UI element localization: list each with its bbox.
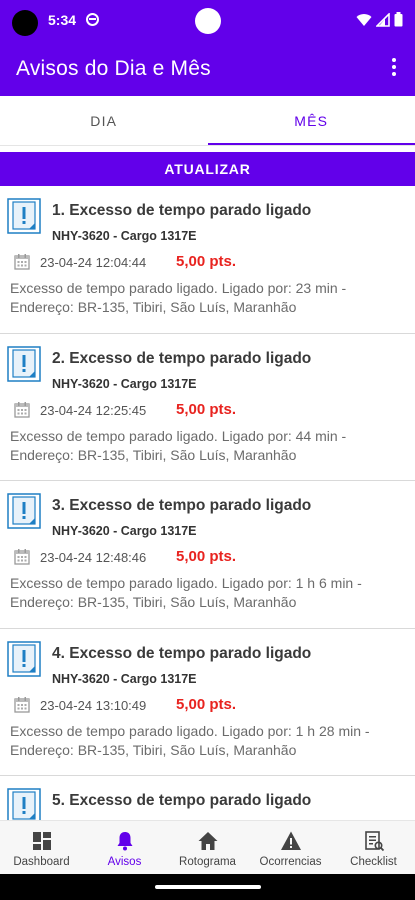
signal-icon bbox=[376, 12, 390, 27]
notice-card[interactable]: 5. Excesso de tempo parado ligado bbox=[0, 776, 415, 820]
notice-date: 23-04-24 12:48:46 bbox=[40, 550, 147, 565]
page-title: Avisos do Dia e Mês bbox=[16, 57, 211, 80]
notice-document-icon bbox=[7, 198, 41, 234]
calendar-icon bbox=[14, 254, 30, 270]
nav-dashboard[interactable]: Dashboard bbox=[0, 821, 83, 874]
wifi-icon bbox=[356, 13, 372, 26]
nav-avisos[interactable]: Avisos bbox=[83, 821, 166, 874]
nav-label: Rotograma bbox=[179, 856, 236, 868]
battery-icon bbox=[394, 12, 403, 27]
notice-title: 3. Excesso de tempo parado ligado bbox=[52, 497, 312, 514]
warning-icon bbox=[280, 831, 301, 850]
notice-document-icon bbox=[7, 788, 41, 820]
notice-vehicle: NHY-3620 - Cargo 1317E bbox=[52, 671, 197, 686]
app-bar: Avisos do Dia e Mês bbox=[0, 40, 415, 96]
notice-date: 23-04-24 13:10:49 bbox=[40, 697, 147, 713]
status-time: 5:34 bbox=[48, 12, 77, 28]
dashboard-icon bbox=[32, 832, 51, 850]
status-bar: 5:34 bbox=[0, 0, 415, 40]
notice-date: 23-04-24 12:25:45 bbox=[40, 402, 147, 418]
status-indicators bbox=[356, 12, 403, 27]
tab-dia[interactable]: DIA bbox=[0, 96, 208, 145]
notice-document-icon bbox=[7, 493, 41, 529]
notice-card[interactable]: 4. Excesso de tempo parado ligado NHY-36… bbox=[0, 629, 415, 776]
notice-description: Excesso de tempo parado ligado. Ligado p… bbox=[10, 575, 362, 610]
notice-vehicle: NHY-3620 - Cargo 1317E bbox=[52, 376, 197, 391]
notice-title: 4. Excesso de tempo parado ligado bbox=[52, 644, 312, 662]
home-gesture-handle[interactable] bbox=[155, 885, 261, 889]
nav-label: Dashboard bbox=[13, 856, 70, 868]
system-gesture-bar bbox=[0, 874, 415, 900]
notice-card[interactable]: 1. Excesso de tempo parado ligado NHY-36… bbox=[0, 186, 415, 334]
notice-title: 5. Excesso de tempo parado ligado bbox=[52, 792, 312, 809]
notice-vehicle: NHY-3620 - Cargo 1317E bbox=[52, 524, 197, 538]
notice-card[interactable]: 3. Excesso de tempo parado ligado NHY-36… bbox=[0, 481, 415, 629]
bell-icon bbox=[117, 832, 132, 851]
calendar-icon bbox=[14, 401, 30, 418]
notice-date: 23-04-24 12:04:44 bbox=[40, 255, 147, 270]
notice-points: 5,00 pts. bbox=[176, 253, 237, 270]
tab-mes[interactable]: MÊS bbox=[207, 96, 415, 145]
tab-bar: DIA MÊS bbox=[0, 96, 415, 146]
notice-card[interactable]: 2. Excesso de tempo parado ligado NHY-36… bbox=[0, 334, 415, 481]
camera-cutout bbox=[12, 10, 38, 36]
nav-label: Avisos bbox=[107, 856, 142, 868]
notice-document-icon bbox=[7, 640, 41, 677]
nav-label: Ocorrencias bbox=[259, 856, 322, 868]
overflow-menu-icon[interactable] bbox=[391, 58, 397, 78]
home-icon bbox=[198, 832, 217, 850]
nav-label: Checklist bbox=[350, 856, 397, 868]
notice-title: 2. Excesso de tempo parado ligado bbox=[52, 349, 312, 367]
update-button[interactable]: ATUALIZAR bbox=[0, 152, 415, 186]
notice-title: 1. Excesso de tempo parado ligado bbox=[52, 202, 312, 219]
nav-checklist[interactable]: Checklist bbox=[332, 821, 415, 874]
notice-points: 5,00 pts. bbox=[176, 400, 237, 418]
checklist-icon bbox=[364, 831, 384, 852]
vpn-status-icon bbox=[86, 13, 99, 26]
notice-description: Excesso de tempo parado ligado. Ligado p… bbox=[10, 280, 347, 315]
notice-description: Excesso de tempo parado ligado. Ligado p… bbox=[10, 722, 370, 758]
front-camera-hole bbox=[195, 8, 221, 34]
nav-ocorrencias[interactable]: Ocorrencias bbox=[249, 821, 332, 874]
notice-vehicle: NHY-3620 - Cargo 1317E bbox=[52, 229, 197, 243]
notice-description: Excesso de tempo parado ligado. Ligado p… bbox=[10, 427, 347, 463]
notice-list[interactable]: 1. Excesso de tempo parado ligado NHY-36… bbox=[0, 186, 415, 820]
calendar-icon bbox=[14, 696, 30, 713]
notice-points: 5,00 pts. bbox=[176, 548, 237, 565]
notice-document-icon bbox=[7, 345, 41, 382]
notice-points: 5,00 pts. bbox=[176, 695, 237, 713]
nav-rotograma[interactable]: Rotograma bbox=[166, 821, 249, 874]
calendar-icon bbox=[14, 549, 30, 565]
bottom-navigation: Dashboard Avisos Rotograma Ocorrencias C… bbox=[0, 820, 415, 874]
